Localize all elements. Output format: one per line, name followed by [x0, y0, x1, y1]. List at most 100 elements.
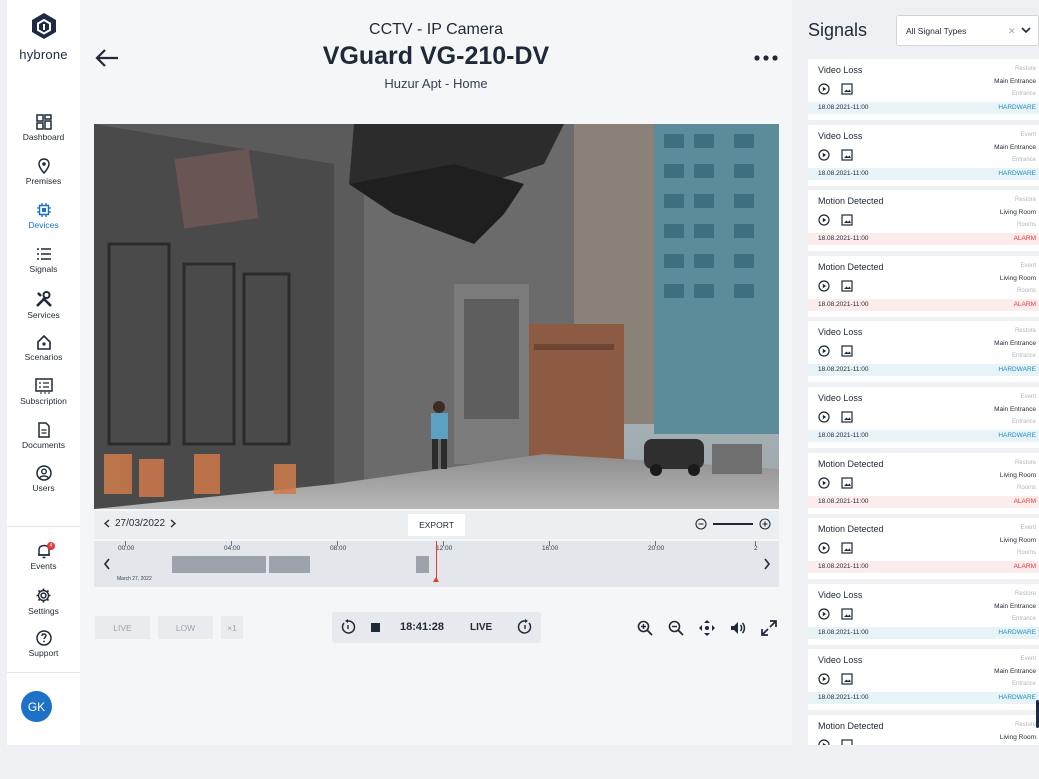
snapshot-button[interactable] [841, 738, 853, 745]
signal-card[interactable]: Video Loss Restore Main Entrance Entrance 18… [808, 583, 1039, 645]
sidebar-item-services[interactable]: Services [7, 290, 80, 320]
zoom-out-circle-icon[interactable] [695, 518, 707, 530]
image-icon[interactable] [841, 542, 853, 554]
chevron-left-icon[interactable] [104, 519, 110, 528]
play-button[interactable] [818, 541, 830, 559]
snapshot-button[interactable] [841, 607, 853, 625]
zoom-out-icon[interactable] [667, 619, 685, 637]
image-icon[interactable] [841, 608, 853, 620]
avatar[interactable]: GK [21, 691, 52, 722]
sidebar-item-devices[interactable]: Devices [7, 202, 80, 230]
signal-card[interactable]: Motion Detected Event Living Room Rooms 18.0… [808, 255, 1039, 317]
play-circle-icon[interactable] [818, 476, 830, 489]
play-button[interactable] [818, 279, 830, 297]
image-icon[interactable] [841, 280, 853, 292]
signal-card[interactable]: Video Loss Restore Main Entrance Entrance 18… [808, 59, 1039, 120]
snapshot-button[interactable] [841, 344, 853, 362]
play-button[interactable] [818, 344, 830, 362]
image-icon[interactable] [841, 345, 853, 357]
play-circle-icon[interactable] [818, 214, 830, 226]
play-button[interactable] [818, 213, 830, 231]
signal-card[interactable]: Video Loss Event Main Entrance Entrance 18.0… [808, 649, 1039, 711]
signal-card[interactable]: Video Loss Event Main Entrance Entrance 18.0… [808, 387, 1039, 448]
play-circle-icon[interactable] [818, 83, 830, 95]
timeline-date[interactable]: 27/03/2022 [115, 518, 165, 529]
recording-timeline[interactable]: 00:00 04:00 08:00 12:00 16:00 20:00 2 Ma… [94, 541, 779, 587]
snapshot-button[interactable] [841, 476, 853, 494]
recording-segment[interactable] [416, 556, 429, 573]
play-button[interactable] [818, 672, 830, 690]
play-circle-icon[interactable] [818, 148, 830, 161]
play-button[interactable] [818, 410, 830, 428]
volume-icon[interactable] [729, 619, 747, 637]
snapshot-button[interactable] [841, 82, 853, 100]
rewind-icon[interactable] [340, 619, 356, 635]
sidebar-item-documents[interactable]: Documents [7, 422, 80, 450]
zoom-in-icon[interactable] [636, 619, 654, 637]
chevron-right-icon[interactable] [762, 557, 772, 571]
play-button[interactable] [818, 738, 830, 745]
play-button[interactable] [818, 476, 830, 494]
play-button[interactable] [818, 82, 830, 100]
sidebar-item-settings[interactable]: Settings [7, 587, 80, 616]
snapshot-button[interactable] [841, 541, 853, 559]
image-icon[interactable] [841, 214, 853, 226]
play-circle-icon[interactable] [818, 673, 830, 685]
signal-card[interactable]: Video Loss Event Main Entrance Entrance 18.0… [808, 124, 1039, 186]
snapshot-button[interactable] [841, 148, 853, 166]
signal-card[interactable]: Motion Detected Restore Living Room Rooms 18… [808, 452, 1039, 514]
live-mode-button[interactable]: LIVE [95, 616, 150, 639]
recording-segment[interactable] [172, 556, 266, 573]
image-icon[interactable] [841, 673, 853, 685]
zoom-in-circle-icon[interactable] [759, 518, 771, 530]
stop-icon[interactable] [370, 622, 381, 633]
signal-type-filter[interactable]: All Signal Types ✕ [896, 15, 1039, 46]
sidebar-item-users[interactable]: Users [7, 465, 80, 493]
play-circle-icon[interactable] [818, 411, 830, 423]
quality-low-button[interactable]: LOW [158, 616, 213, 639]
sidebar-item-scenarios[interactable]: Scenarios [7, 334, 80, 362]
snapshot-button[interactable] [841, 410, 853, 428]
image-icon[interactable] [841, 476, 853, 489]
snapshot-button[interactable] [841, 279, 853, 297]
snapshot-button[interactable] [841, 213, 853, 231]
more-options-icon[interactable] [752, 50, 780, 66]
playhead[interactable] [436, 541, 437, 581]
fullscreen-icon[interactable] [760, 619, 778, 637]
play-circle-icon[interactable] [818, 345, 830, 357]
logo[interactable]: hybrone [7, 12, 80, 62]
live-indicator[interactable]: LIVE [470, 622, 492, 633]
sidebar-item-dashboard[interactable]: Dashboard [7, 114, 80, 142]
play-circle-icon[interactable] [818, 608, 830, 620]
playhead-marker[interactable] [433, 577, 439, 582]
recording-segment[interactable] [269, 556, 310, 573]
play-circle-icon[interactable] [818, 542, 830, 554]
play-button[interactable] [818, 148, 830, 166]
signal-card[interactable]: Video Loss Restore Main Entrance Entrance 18… [808, 321, 1039, 383]
sidebar-item-events[interactable]: Events [7, 543, 80, 571]
image-icon[interactable] [841, 83, 853, 95]
snapshot-button[interactable] [841, 672, 853, 690]
image-icon[interactable] [841, 411, 853, 423]
clear-icon[interactable]: ✕ [1008, 26, 1016, 37]
signal-card[interactable]: Motion DetectedRestoreLiving RoomRooms [808, 715, 1039, 745]
image-icon[interactable] [841, 739, 853, 745]
sidebar-item-signals[interactable]: Signals [7, 246, 80, 274]
sidebar-item-support[interactable]: Support [7, 630, 80, 658]
zoom-slider[interactable] [713, 523, 753, 525]
image-icon[interactable] [841, 148, 853, 161]
play-circle-icon[interactable] [818, 280, 830, 292]
camera-feed[interactable] [94, 124, 779, 509]
sidebar-item-subscription[interactable]: Subscription [7, 378, 80, 406]
chevron-right-icon[interactable] [170, 519, 177, 528]
export-button[interactable]: EXPORT [408, 514, 465, 536]
pan-move-icon[interactable] [698, 619, 716, 637]
fast-forward-icon[interactable] [517, 619, 533, 635]
sidebar-item-premises[interactable]: Premises [7, 158, 80, 186]
signal-card[interactable]: Motion Detected Event Living Room Rooms 18.0… [808, 518, 1039, 580]
chevron-down-icon[interactable] [1021, 25, 1031, 35]
play-circle-icon[interactable] [818, 739, 830, 745]
chevron-left-icon[interactable] [102, 557, 112, 571]
signal-card[interactable]: Motion Detected Restore Living Room Rooms 18… [808, 190, 1039, 252]
play-button[interactable] [818, 607, 830, 625]
